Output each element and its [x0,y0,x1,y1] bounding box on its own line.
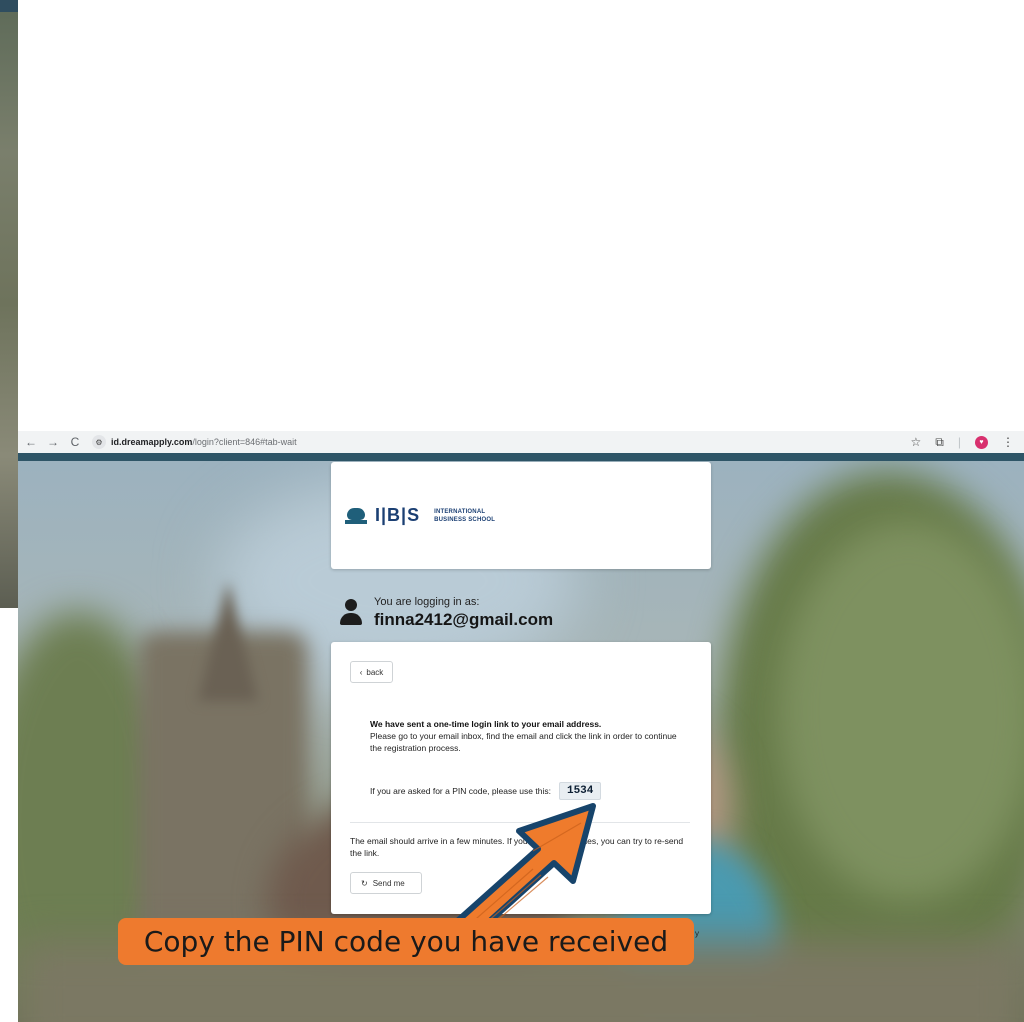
oak-tree-logo-icon [345,507,367,524]
menu-icon[interactable]: ⋮ [1002,435,1014,449]
toolbar-right: ☆ ⧉ | ♥ ⋮ [911,431,1014,453]
footer-text-fragment: y [695,929,699,938]
reload-icon[interactable]: C [66,433,84,451]
url-field[interactable]: ⚙ id.dreamapply.com/login?client=846#tab… [92,434,332,451]
page-top-band [18,453,1024,461]
extensions-icon[interactable]: ⧉ [935,435,944,450]
sent-link-body: Please go to your email inbox, find the … [370,731,677,753]
resend-button[interactable]: ↻ Send me [350,872,422,894]
forward-arrow-icon[interactable]: → [44,433,62,451]
login-email: finna2412@gmail.com [374,610,554,629]
instruction-caption: Copy the PIN code you have received [118,918,694,965]
ibs-logo-mark: I|B|S [375,505,421,525]
logo-subtitle: INTERNATIONAL BUSINESS SCHOOL [434,508,495,524]
user-icon [340,597,362,629]
logged-in-user: You are logging in as: finna2412@gmail.c… [340,596,553,630]
browser-window: ← → C ⚙ id.dreamapply.com/login?client=8… [18,431,1024,1022]
profile-icon[interactable]: ♥ [975,435,988,449]
url-host: id.dreamapply.com [111,437,193,447]
separator: | [957,435,961,449]
logo-subtitle-line1: INTERNATIONAL [434,508,486,515]
tutorial-screenshot: ← → C ⚙ id.dreamapply.com/login?client=8… [0,0,1024,1022]
address-bar: ← → C ⚙ id.dreamapply.com/login?client=8… [18,431,1024,453]
star-icon[interactable]: ☆ [911,435,922,449]
logo-card: I|B|S INTERNATIONAL BUSINESS SCHOOL [331,462,711,569]
sent-link-heading: We have sent a one-time login link to yo… [370,719,602,729]
background-castle-spire [198,581,258,701]
background-image-fragment [0,0,18,608]
login-as-label: You are logging in as: [374,596,480,608]
logo-subtitle-line2: BUSINESS SCHOOL [434,516,496,523]
url-path: /login?client=846#tab-wait [192,437,297,447]
resend-button-label: Send me [372,878,405,888]
refresh-icon: ↻ [361,878,368,888]
site-settings-icon[interactable]: ⚙ [92,435,106,449]
sent-link-message: We have sent a one-time login link to yo… [370,718,690,754]
background-tree-right-highlight [778,521,1024,901]
back-button-label: back [366,667,384,677]
back-button[interactable]: ‹ back [350,661,393,683]
back-arrow-icon[interactable]: ← [22,433,40,451]
chevron-left-icon: ‹ [359,667,363,677]
